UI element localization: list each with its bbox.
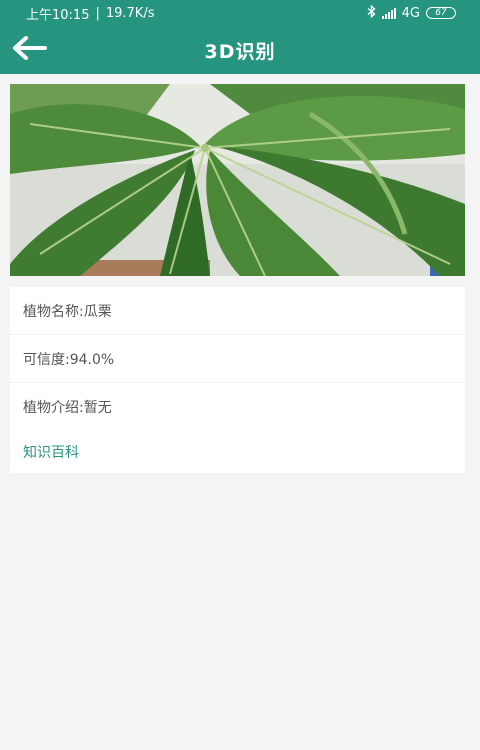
signal-icon — [381, 7, 396, 19]
page-title: 3D识别 — [204, 40, 276, 63]
result-card: 植物名称:瓜栗 可信度:94.0% 植物介绍:暂无 知识百科 — [10, 287, 465, 473]
encyclopedia-link[interactable]: 知识百科 — [10, 431, 465, 473]
introduction-text: 植物介绍:暂无 — [23, 400, 112, 416]
status-right: 4G 67 — [367, 4, 456, 22]
plant-photo — [10, 84, 465, 276]
encyclopedia-link-text[interactable]: 知识百科 — [23, 442, 79, 462]
status-net-speed: 19.7K/s — [105, 5, 155, 21]
plant-leaves-image — [10, 84, 465, 276]
back-arrow-icon — [11, 36, 47, 64]
bluetooth-icon — [367, 4, 376, 22]
status-bar: 上午10:15 | 19.7K/s 4G 67 — [0, 0, 480, 26]
battery-icon: 67 — [426, 7, 456, 19]
plant-name-text: 植物名称:瓜栗 — [23, 303, 112, 320]
plant-name-row: 植物名称:瓜栗 — [10, 287, 465, 335]
confidence-row: 可信度:94.0% — [10, 335, 465, 383]
status-separator: | — [95, 5, 100, 21]
status-time: 上午10:15 — [26, 7, 90, 23]
network-type: 4G — [401, 5, 420, 21]
confidence-text: 可信度:94.0% — [23, 351, 115, 368]
back-button[interactable] — [8, 32, 50, 68]
battery-level: 67 — [435, 7, 447, 18]
status-left: 上午10:15 | 19.7K/s — [26, 4, 154, 23]
title-bar: 3D识别 — [0, 26, 480, 74]
introduction-row: 植物介绍:暂无 — [10, 383, 465, 431]
